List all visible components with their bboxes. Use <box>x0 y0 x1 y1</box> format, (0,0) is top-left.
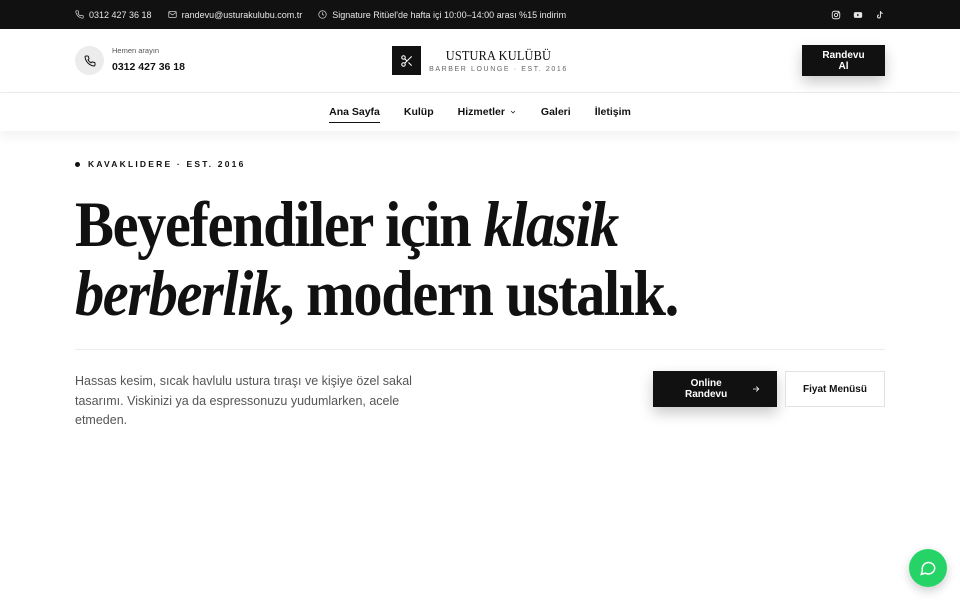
online-appointment-label: Online Randevu <box>685 378 728 400</box>
header-cta-wrap: Randevu Al <box>705 45 885 76</box>
headline-part-1: Beyefendiler için <box>75 189 484 261</box>
call-circle[interactable] <box>75 46 104 75</box>
brand-name: USTURA KULÜBÜ <box>445 48 552 64</box>
chevron-down-icon <box>510 110 516 114</box>
nav-item-label: Ana Sayfa <box>329 106 380 118</box>
nav-item-label: Hizmetler <box>457 106 505 118</box>
hero-eyebrow-text: KAVAKLIDERE · EST. 2016 <box>88 159 246 169</box>
nav-item-home[interactable]: Ana Sayfa <box>329 93 380 131</box>
nav-item-gallery[interactable]: Galeri <box>541 93 571 131</box>
bullet-dot <box>75 161 80 167</box>
topbar-phone[interactable]: 0312 427 36 18 <box>75 10 152 20</box>
mail-icon <box>167 11 177 18</box>
topbar-phone-text: 0312 427 36 18 <box>89 9 152 20</box>
brand-logo[interactable]: USTURA KULÜBÜ BARBER LOUNGE · EST. 2016 <box>392 46 568 75</box>
hero-section: KAVAKLIDERE · EST. 2016 Beyefendiler içi… <box>0 159 960 431</box>
arrow-right-icon <box>753 386 760 392</box>
nav-item-label: İletişim <box>594 106 631 118</box>
topbar-promo: Signature Ritüel'de hafta içi 10:00–14:0… <box>318 10 566 20</box>
call-text: Hemen arayın 0312 427 36 18 <box>112 46 185 75</box>
social-links <box>830 9 885 20</box>
nav-item-club[interactable]: Kulüp <box>404 93 434 131</box>
nav-item-label: Kulüp <box>403 106 434 118</box>
price-menu-button[interactable]: Fiyat Menüsü <box>785 371 885 407</box>
headline-emphasis-2: berberlik <box>75 258 281 330</box>
top-bar: 0312 427 36 18 randevu@usturakulubu.com.… <box>0 0 960 29</box>
nav-item-services[interactable]: Hizmetler <box>458 93 517 131</box>
instagram-icon[interactable] <box>830 9 841 20</box>
site-header: Hemen arayın 0312 427 36 18 USTURA KULÜB… <box>0 29 960 93</box>
topbar-email-text: randevu@usturakulubu.com.tr <box>181 9 303 20</box>
whatsapp-chat-button[interactable] <box>909 549 947 587</box>
book-appointment-button[interactable]: Randevu Al <box>801 45 885 76</box>
nav-item-label: Galeri <box>540 106 571 118</box>
clock-icon <box>318 10 327 19</box>
nav-item-contact[interactable]: İletişim <box>595 93 631 131</box>
topbar-promo-text: Signature Ritüel'de hafta içi 10:00–14:0… <box>332 9 567 20</box>
call-label: Hemen arayın <box>112 46 160 55</box>
hero-bottom: Hassas kesim, sıcak havlulu ustura tıraş… <box>75 371 885 431</box>
topbar-email[interactable]: randevu@usturakulubu.com.tr <box>167 9 303 20</box>
hero-actions: Online Randevu Fiyat Menüsü <box>653 371 885 407</box>
chat-bubble-icon <box>920 561 936 576</box>
phone-icon <box>84 54 96 66</box>
phone-icon <box>75 10 84 19</box>
call-block[interactable]: Hemen arayın 0312 427 36 18 <box>75 46 255 75</box>
headline-part-2: , modern ustalık. <box>279 258 680 330</box>
brand-text: USTURA KULÜBÜ BARBER LOUNGE · EST. 2016 <box>429 49 568 73</box>
hero-eyebrow: KAVAKLIDERE · EST. 2016 <box>75 159 885 169</box>
hero-divider <box>75 349 885 350</box>
hero-headline: Beyefendiler için klasik berberlik, mode… <box>75 191 804 329</box>
youtube-icon[interactable] <box>852 9 863 20</box>
tiktok-icon[interactable] <box>874 9 885 20</box>
online-appointment-button[interactable]: Online Randevu <box>653 371 777 407</box>
scissors-icon <box>392 46 422 75</box>
headline-emphasis-1: klasik <box>483 189 619 261</box>
hero-description: Hassas kesim, sıcak havlulu ustura tıraş… <box>75 374 412 427</box>
brand-tagline: BARBER LOUNGE · EST. 2016 <box>429 65 568 73</box>
main-nav: Ana Sayfa Kulüp Hizmetler Galeri İletişi… <box>0 93 960 131</box>
call-number[interactable]: 0312 427 36 18 <box>112 61 185 73</box>
